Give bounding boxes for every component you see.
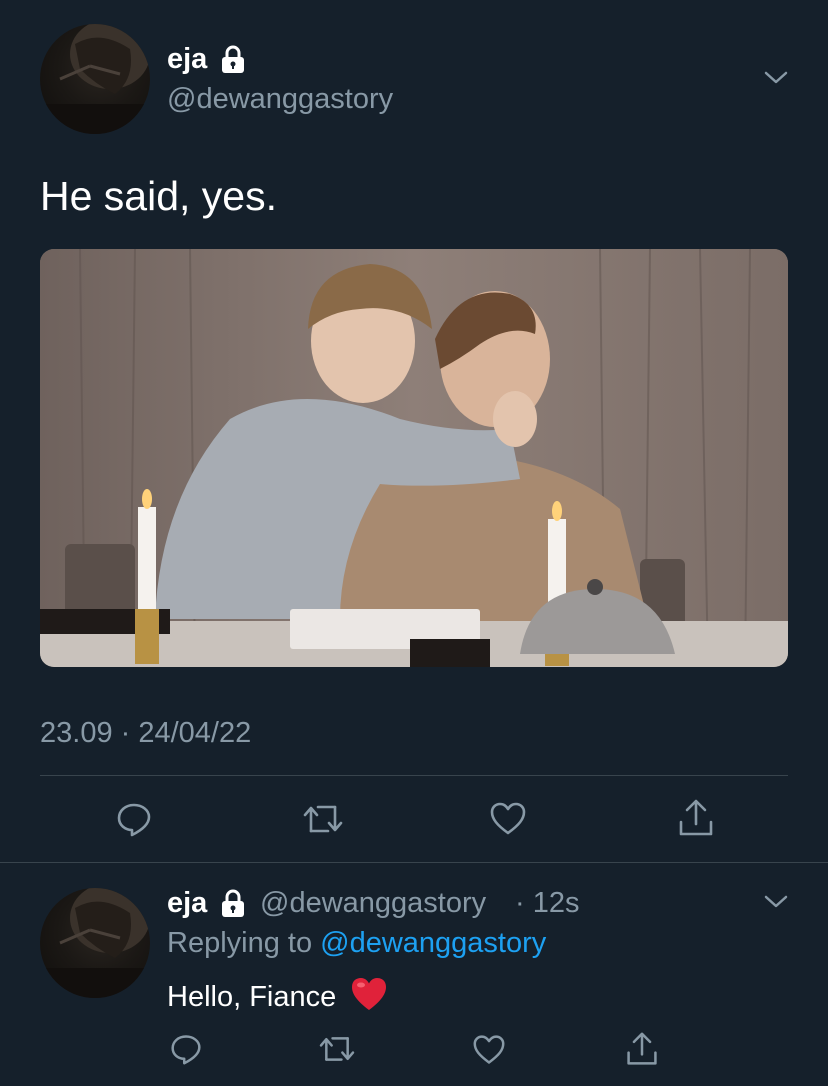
replying-to: Replying to @dewanggastory: [167, 926, 546, 960]
reply-author-handle[interactable]: @dewanggastory: [260, 886, 486, 920]
reply-text-row: Hello, Fiance: [167, 976, 388, 1015]
tweet-photo[interactable]: [40, 249, 788, 667]
tweet-text: He said, yes.: [40, 173, 277, 219]
heart-icon[interactable]: [489, 801, 527, 837]
reply-icon[interactable]: [116, 801, 152, 837]
red-heart-emoji: [350, 976, 388, 1012]
reply-icon[interactable]: [170, 1033, 202, 1065]
share-icon[interactable]: [677, 798, 715, 838]
retweet-icon[interactable]: [302, 801, 344, 837]
lock-icon: [219, 44, 247, 74]
author-handle[interactable]: @dewanggastory: [167, 82, 393, 116]
tweet-timestamp[interactable]: 23.09 · 24/04/22: [40, 716, 251, 750]
chevron-down-icon[interactable]: [763, 892, 789, 912]
replying-to-handle-link[interactable]: @dewanggastory: [320, 927, 546, 959]
lock-icon: [219, 888, 247, 918]
share-icon[interactable]: [625, 1031, 659, 1067]
chevron-down-icon[interactable]: [763, 68, 789, 88]
author-avatar[interactable]: [40, 24, 150, 134]
heart-icon[interactable]: [472, 1034, 506, 1066]
author-name[interactable]: eja: [167, 42, 207, 76]
retweet-icon[interactable]: [318, 1033, 356, 1065]
stats-divider: [40, 775, 788, 776]
reply-time[interactable]: · 12s: [515, 886, 579, 920]
thread-divider: [0, 862, 828, 863]
reply-author-name[interactable]: eja: [167, 886, 207, 920]
replying-to-label: Replying to: [167, 927, 313, 959]
reply-text: Hello, Fiance: [167, 981, 337, 1013]
reply-avatar[interactable]: [40, 888, 150, 998]
